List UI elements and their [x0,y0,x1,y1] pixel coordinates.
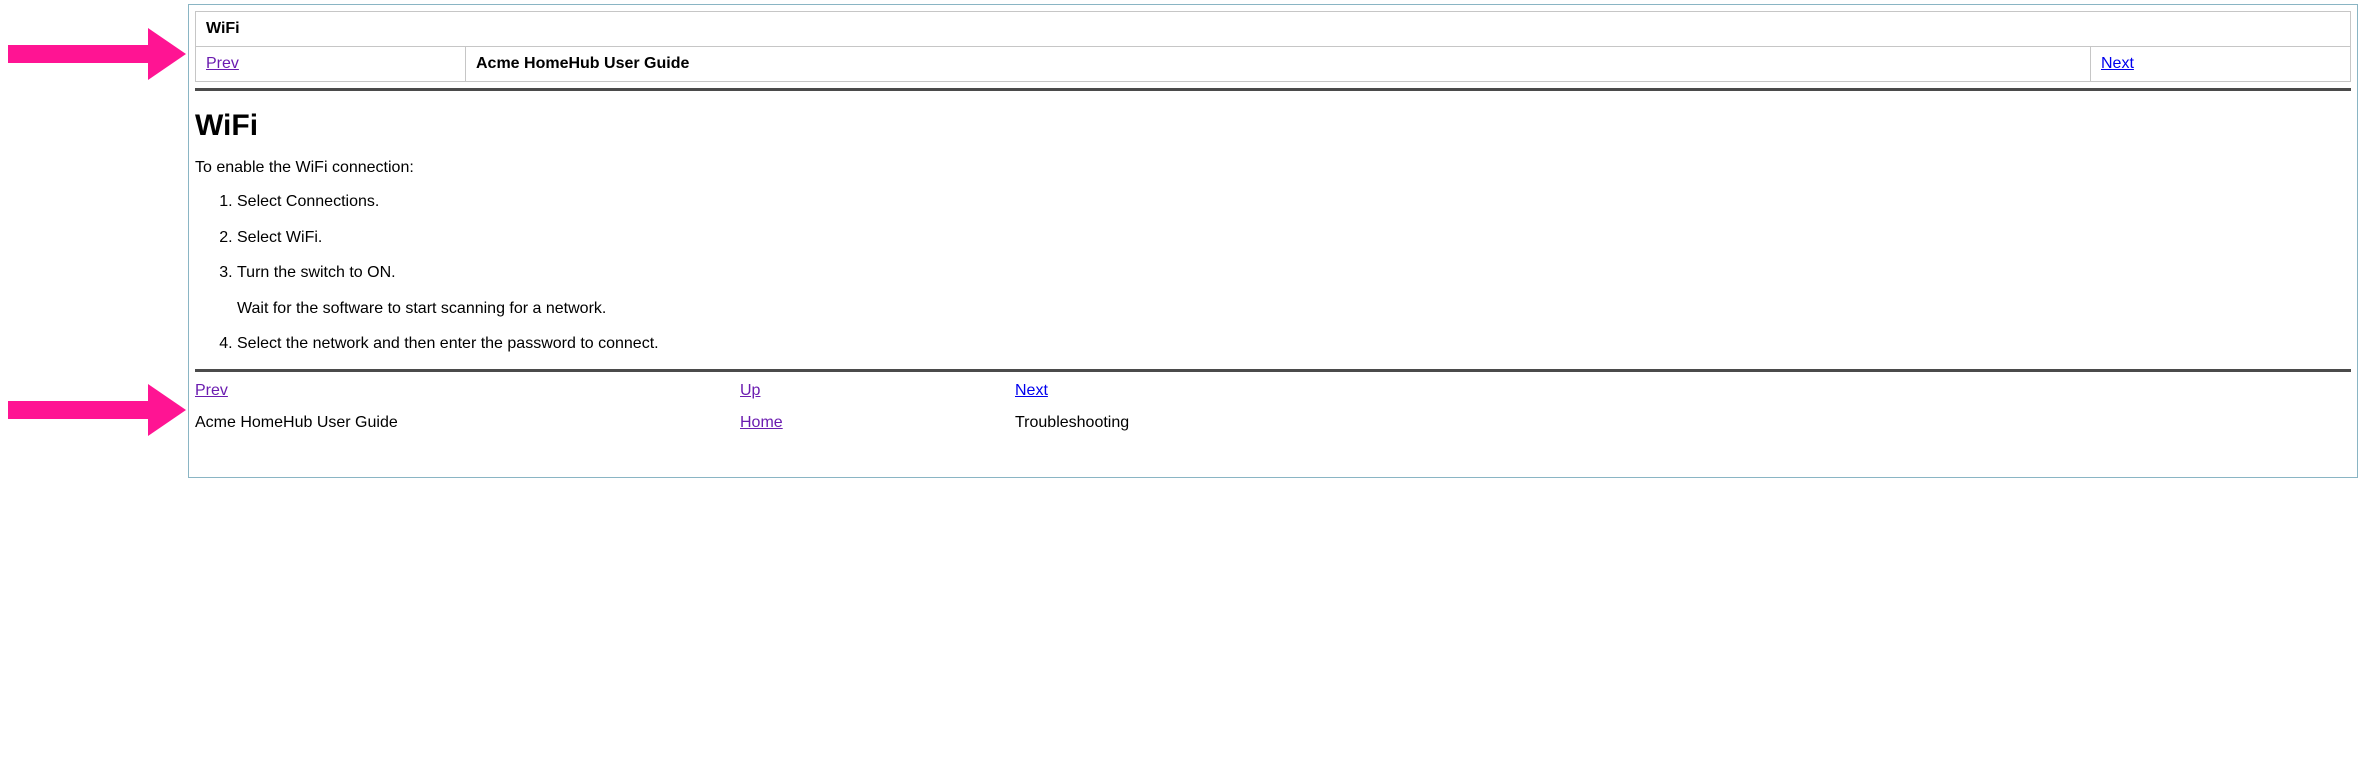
list-item: Select WiFi. [237,227,2351,249]
divider-bottom [195,369,2351,372]
document-frame: WiFi Prev Acme HomeHub User Guide Next W… [188,4,2358,478]
footer-prev-link[interactable]: Prev [195,382,228,399]
footer-home-link[interactable]: Home [740,414,783,431]
footer-up-link[interactable]: Up [740,382,760,399]
footer-prev-title: Acme HomeHub User Guide [195,414,740,432]
header-prev-link[interactable]: Prev [206,55,239,72]
intro-text: To enable the WiFi connection: [195,159,2351,177]
list-item: Turn the switch to ON. Wait for the soft… [237,262,2351,319]
page-heading: WiFi [195,109,2351,143]
footer-next-cell: Next [1015,382,2351,400]
footer-row-titles: Acme HomeHub User Guide Home Troubleshoo… [195,414,2351,432]
footer-prev-cell: Prev [195,382,740,400]
step-text: Turn the switch to ON. [237,264,396,281]
annotation-arrow-icon [8,396,186,424]
step-text: Select WiFi. [237,229,322,246]
annotation-arrow-icon [8,40,186,68]
header-title: WiFi [206,20,240,37]
step-substep: Wait for the software to start scanning … [237,298,2351,320]
header-next-cell: Next [2091,47,2351,82]
footer-home-cell: Home [740,414,1015,432]
list-item: Select the network and then enter the pa… [237,333,2351,355]
step-text: Select Connections. [237,193,379,210]
footer-next-title: Troubleshooting [1015,414,2351,432]
steps-list: Select Connections. Select WiFi. Turn th… [237,191,2351,355]
footer-nav: Prev Up Next Acme HomeHub User Guide Hom… [195,382,2351,432]
footer-up-cell: Up [740,382,1015,400]
header-next-link[interactable]: Next [2101,55,2134,72]
header-center-label: Acme HomeHub User Guide [476,55,689,72]
header-prev-cell: Prev [196,47,466,82]
header-title-cell: WiFi [196,12,2351,47]
list-item: Select Connections. [237,191,2351,213]
step-text: Select the network and then enter the pa… [237,335,659,352]
divider-top [195,88,2351,91]
header-nav-table: WiFi Prev Acme HomeHub User Guide Next [195,11,2351,82]
footer-next-link[interactable]: Next [1015,382,1048,399]
footer-row-links: Prev Up Next [195,382,2351,400]
header-center-cell: Acme HomeHub User Guide [466,47,2091,82]
